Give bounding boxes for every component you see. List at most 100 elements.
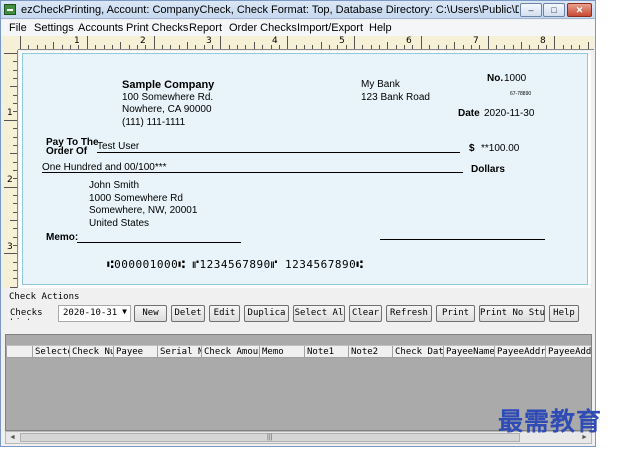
date-filter-select[interactable]: 2020-10-31 ▼: [58, 305, 131, 322]
column-header[interactable]: Memo: [259, 346, 304, 358]
print-button[interactable]: Print: [436, 305, 475, 322]
menu-import-export[interactable]: Import/Export: [297, 22, 363, 34]
ruler-tick: [345, 45, 347, 49]
clear-button[interactable]: Clear: [349, 305, 382, 322]
check-actions-label: Check Actions: [9, 292, 80, 302]
payee-address-name: John Smith: [89, 180, 140, 191]
bank-address: 123 Bank Road: [361, 92, 430, 103]
check-preview[interactable]: Sample Company 100 Somewhere Rd. Nowhere…: [22, 53, 588, 285]
menu-accounts[interactable]: Accounts: [78, 22, 123, 34]
ruler-number: 5: [339, 36, 345, 46]
edit-button[interactable]: Edit: [209, 305, 240, 322]
ruler-tick: [362, 45, 364, 49]
ruler-tick: [120, 42, 122, 49]
ruler-tick: [13, 278, 17, 280]
ruler-tick: [337, 45, 339, 49]
app-check-icon: [4, 4, 16, 15]
delete-button[interactable]: Delet: [171, 305, 205, 322]
ruler-tick: [429, 45, 431, 49]
company-name: Sample Company: [122, 79, 215, 91]
column-header[interactable]: PayeeName: [443, 346, 494, 358]
ruler-tick: [187, 42, 188, 49]
window-title: ezCheckPrinting, Account: CompanyCheck, …: [21, 4, 519, 16]
column-header[interactable]: Payee: [113, 346, 157, 358]
check-date: 2020-11-30: [484, 108, 535, 119]
dollars-label: Dollars: [471, 164, 505, 175]
column-header[interactable]: PayeeAddre: [545, 346, 591, 358]
ruler-tick: [128, 45, 130, 49]
menu-print-checks[interactable]: Print Checks: [126, 22, 188, 34]
ruler-tick: [504, 45, 506, 49]
bank-name: My Bank: [361, 79, 400, 90]
column-header[interactable]: Note2: [348, 346, 392, 358]
column-header[interactable]: Check Num: [69, 346, 113, 358]
ruler-tick: [13, 61, 17, 63]
table-header: Selecte Check Num Payee Serial Nu Check …: [6, 345, 591, 358]
column-header[interactable]: Check Amount: [201, 346, 259, 358]
new-button[interactable]: New: [134, 305, 167, 322]
print-no-stub-button[interactable]: Print No Stu: [479, 305, 545, 322]
bank-fraction-code: 67-78890: [510, 91, 532, 97]
vertical-ruler: 1 2 3: [4, 50, 18, 288]
title-bar[interactable]: ezCheckPrinting, Account: CompanyCheck, …: [1, 1, 595, 19]
column-header[interactable]: PayeeAddre: [494, 346, 545, 358]
ruler-tick: [28, 45, 30, 49]
ruler-number: 1: [7, 108, 13, 118]
ruler-tick: [253, 42, 255, 49]
memo-line: [77, 242, 241, 243]
dropdown-arrow-icon: ▼: [122, 307, 127, 316]
ruler-tick: [245, 45, 247, 49]
scrollbar-grip-icon: |||: [267, 434, 273, 441]
ruler-tick: [13, 103, 17, 105]
help-button[interactable]: Help: [549, 305, 579, 322]
ruler-tick: [328, 45, 330, 49]
ruler-tick: [13, 161, 17, 163]
menu-report[interactable]: Report: [189, 22, 222, 34]
column-header[interactable]: Note1: [304, 346, 348, 358]
ruler-tick: [470, 45, 472, 49]
select-all-button[interactable]: Select Al: [293, 305, 345, 322]
ruler-tick: [70, 45, 72, 49]
ruler-tick: [420, 36, 422, 49]
maximize-button[interactable]: □: [543, 3, 565, 17]
micr-line: ⑆000001000⑆ ⑈1234567890⑈ 1234567890⑆: [107, 258, 364, 271]
menu-settings[interactable]: Settings: [34, 22, 74, 34]
ruler-tick: [495, 45, 497, 49]
ruler-tick: [10, 220, 17, 221]
menu-order-checks[interactable]: Order Checks: [229, 22, 297, 34]
duplicate-button[interactable]: Duplica: [244, 305, 289, 322]
company-address-line2: Nowhere, CA 90000: [122, 104, 212, 115]
ruler-tick: [13, 236, 17, 238]
menu-help[interactable]: Help: [369, 22, 392, 34]
ruler-tick: [13, 169, 17, 171]
column-header[interactable]: Selecte: [32, 346, 69, 358]
column-header[interactable]: Check Date: [392, 346, 443, 358]
ruler-tick: [387, 42, 389, 49]
minimize-button[interactable]: –: [520, 3, 542, 17]
ruler-tick: [10, 153, 17, 155]
close-button[interactable]: ✕: [567, 3, 592, 17]
refresh-button[interactable]: Refresh: [386, 305, 432, 322]
ruler-tick: [228, 45, 230, 49]
ruler-tick: [412, 45, 414, 49]
menu-file[interactable]: File: [9, 22, 27, 34]
scrollbar-thumb[interactable]: |||: [20, 433, 520, 442]
ruler-tick: [354, 36, 355, 49]
ruler-tick: [4, 253, 17, 255]
ruler-tick: [454, 42, 456, 49]
ruler-number: 4: [272, 36, 278, 46]
ruler-tick: [13, 136, 17, 138]
ruler-tick: [161, 45, 163, 49]
scroll-left-icon[interactable]: ◄: [6, 432, 19, 443]
ruler-tick: [203, 45, 205, 49]
ruler-tick: [404, 45, 406, 49]
ruler-tick: [270, 45, 272, 49]
ruler-tick: [571, 45, 573, 49]
ruler-tick: [95, 45, 97, 49]
column-header[interactable]: Serial Nu: [157, 346, 201, 358]
ruler-tick: [36, 45, 38, 49]
ruler-tick: [13, 144, 17, 146]
ruler-tick: [86, 36, 88, 49]
ruler-tick: [512, 45, 514, 49]
ruler-tick: [53, 42, 55, 49]
